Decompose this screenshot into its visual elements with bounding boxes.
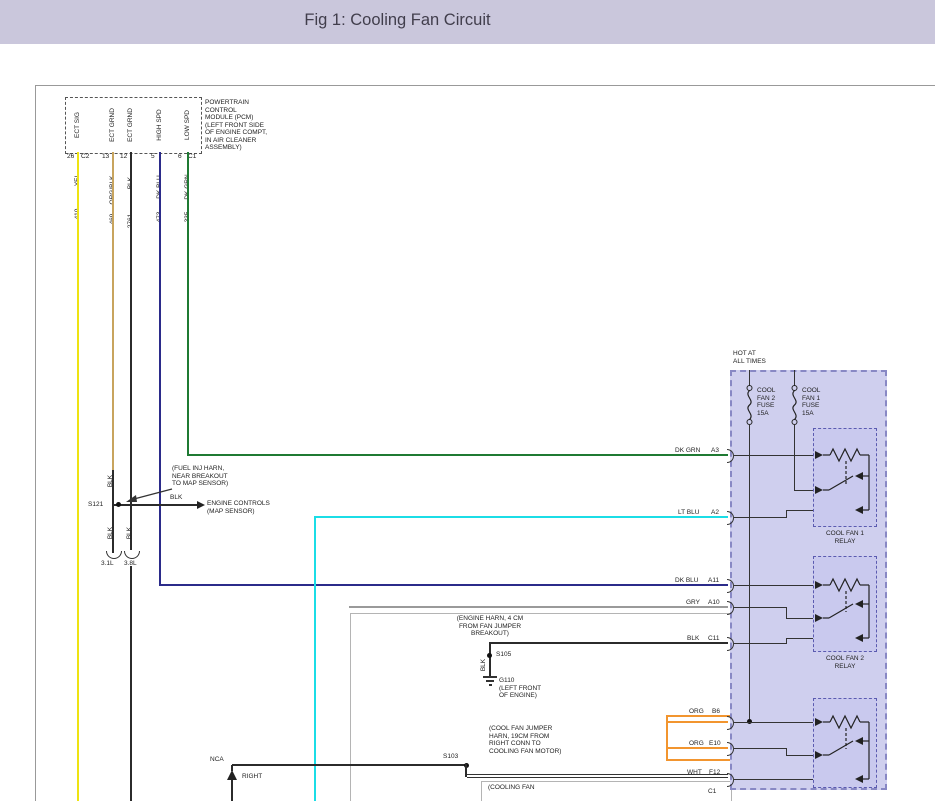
a2-jog bbox=[786, 510, 787, 518]
a10-internal2 bbox=[786, 618, 813, 619]
pcm-pin-6: 6 bbox=[178, 153, 182, 161]
gry-wire-h bbox=[349, 606, 728, 608]
entry-orge10-pin: E10 bbox=[709, 740, 721, 748]
a10-internal bbox=[734, 607, 786, 608]
nca-wire bbox=[232, 764, 468, 766]
s105-label: S105 bbox=[496, 651, 511, 659]
s121-blk-left: BLK bbox=[107, 527, 114, 539]
entry-gry-color: GRY bbox=[686, 599, 700, 607]
s105-splice-dot bbox=[487, 653, 492, 658]
dkblu-473-wire-h bbox=[159, 584, 728, 586]
pcm-signal-low-spd: LOW SPD bbox=[184, 110, 191, 140]
a2-internal bbox=[734, 517, 786, 518]
entry-orgb6-color: ORG bbox=[689, 708, 704, 716]
ltblu-wire-v bbox=[314, 516, 316, 801]
cool-fan-jumper-note: (COOL FAN JUMPER HARN, 19CM FROM RIGHT C… bbox=[489, 725, 561, 755]
dkblu-473-wire-v bbox=[159, 152, 161, 586]
entry-ltblu-pin: A2 bbox=[711, 509, 719, 517]
e10-internal bbox=[734, 748, 786, 749]
pcm-pin-26: 26 bbox=[67, 153, 74, 161]
c11-internal2 bbox=[786, 638, 813, 639]
cool-fan-2-relay-label: COOL FAN 2 RELAY bbox=[807, 655, 883, 670]
pcm-conn-c1: C1 bbox=[188, 153, 196, 161]
pcm-pin-12: 12 bbox=[120, 153, 127, 161]
entry-wht-color: WHT bbox=[687, 769, 702, 777]
map-sensor-destination: ENGINE CONTROLS (MAP SENSOR) bbox=[207, 500, 270, 515]
pcm-signal-ect-sig: ECT SIG bbox=[74, 112, 81, 138]
engine-harn-note: (ENGINE HARN, 4 CM FROM FAN JUMPER BREAK… bbox=[440, 615, 540, 638]
fuse-symbol-fan1 bbox=[788, 384, 801, 426]
cooling-fan-label: (COOLING FAN bbox=[488, 784, 535, 792]
motor-conn-c1: C1 bbox=[708, 788, 716, 796]
s121-label: S121 bbox=[88, 501, 103, 509]
cool-fan-1-relay-label: COOL FAN 1 RELAY bbox=[807, 530, 883, 545]
pcm-signal-high-spd: HIGH SPD bbox=[156, 109, 163, 140]
fuse2-feed-wire bbox=[749, 424, 750, 722]
right-continuation-wire bbox=[231, 780, 233, 801]
entry-orgb6-pin: B6 bbox=[712, 708, 720, 716]
wiring-diagram-page: Fig 1: Cooling Fan Circuit ECT SIG ECT G… bbox=[0, 0, 935, 801]
pcm-conn-c2: C2 bbox=[81, 153, 89, 161]
e10-internal2 bbox=[786, 755, 813, 756]
engine-38-label: 3.8L bbox=[124, 560, 137, 568]
pcm-pin-5: 5 bbox=[151, 153, 155, 161]
fuel-inj-harn-note: (FUEL INJ HARN, NEAR BREAKOUT TO MAP SEN… bbox=[172, 465, 228, 488]
map-blk-label: BLK bbox=[170, 494, 182, 502]
pcm-note: POWERTRAIN CONTROL MODULE (PCM) (LEFT FR… bbox=[205, 99, 267, 152]
org-b6-wire bbox=[667, 721, 728, 723]
pcm-pin-13: 13 bbox=[102, 153, 109, 161]
map-sensor-wire bbox=[131, 504, 197, 506]
fuse1-to-relay1 bbox=[794, 490, 813, 491]
fuse-fan1-label: COOL FAN 1 FUSE 15A bbox=[802, 387, 820, 417]
blk-ground-wire-v bbox=[489, 642, 491, 676]
dkgrn-335-wire-h bbox=[187, 454, 728, 456]
s121-splice-dot bbox=[116, 502, 121, 507]
dkgrn-335-wire-v bbox=[187, 152, 189, 456]
entry-blk-color: BLK bbox=[687, 635, 699, 643]
fuel-note-arrow bbox=[122, 486, 174, 506]
figure-title: Fig 1: Cooling Fan Circuit bbox=[130, 11, 665, 30]
entry-dkblu-pin: A11 bbox=[708, 577, 719, 585]
pcm-signal-ect-grnd1: ECT GRND bbox=[109, 108, 116, 142]
orgblk-469-wire bbox=[112, 152, 114, 470]
fuse-symbol-fan2 bbox=[743, 384, 756, 426]
entry-orge10-color: ORG bbox=[689, 740, 704, 748]
entry-wht-pin: F12 bbox=[709, 769, 720, 777]
relay3-internals bbox=[813, 698, 877, 788]
right-label: RIGHT bbox=[242, 773, 262, 781]
entry-gry-pin: A10 bbox=[708, 599, 720, 607]
fuse-fan2-label: COOL FAN 2 FUSE 15A bbox=[757, 387, 775, 417]
entry-dkgrn-color: DK GRN bbox=[675, 447, 700, 455]
figure-header-bar: Fig 1: Cooling Fan Circuit bbox=[0, 0, 935, 44]
c11-internal bbox=[734, 643, 786, 644]
s121-blk-right: BLK bbox=[126, 527, 133, 539]
nca-label: NCA bbox=[210, 756, 224, 764]
right-continuation-arrow bbox=[227, 770, 237, 780]
a2-internal2 bbox=[786, 510, 813, 511]
fuse1-feed-wire bbox=[794, 424, 795, 491]
relay2-internals bbox=[813, 556, 877, 652]
entry-dkblu-color: DK BLU bbox=[675, 577, 698, 585]
s103-label: S103 bbox=[443, 753, 458, 761]
b6-internal bbox=[734, 722, 813, 723]
ltblu-wire-h bbox=[314, 516, 728, 518]
entry-ltblu-color: LT BLU bbox=[678, 509, 699, 517]
s121-blk-above: BLK bbox=[107, 475, 114, 487]
yel-410-wire bbox=[77, 152, 79, 801]
pcm-signal-ect-grnd2: ECT GRND bbox=[127, 108, 134, 142]
engine-31-label: 3.1L bbox=[101, 560, 114, 568]
s105-blk-label: BLK bbox=[480, 659, 487, 671]
g110-label: G110 (LEFT FRONT OF ENGINE) bbox=[499, 677, 541, 700]
f12-internal bbox=[734, 779, 813, 780]
relay1-internals bbox=[813, 428, 877, 527]
a3-internal bbox=[734, 455, 813, 456]
map-sensor-arrow bbox=[197, 501, 205, 509]
a11-internal bbox=[734, 585, 813, 586]
blk-2761-wire-continued bbox=[130, 566, 132, 801]
entry-blk-pin: C11 bbox=[708, 635, 719, 643]
entry-dkgrn-pin: A3 bbox=[711, 447, 719, 455]
hot-at-all-times-label: HOT AT ALL TIMES bbox=[733, 350, 766, 365]
